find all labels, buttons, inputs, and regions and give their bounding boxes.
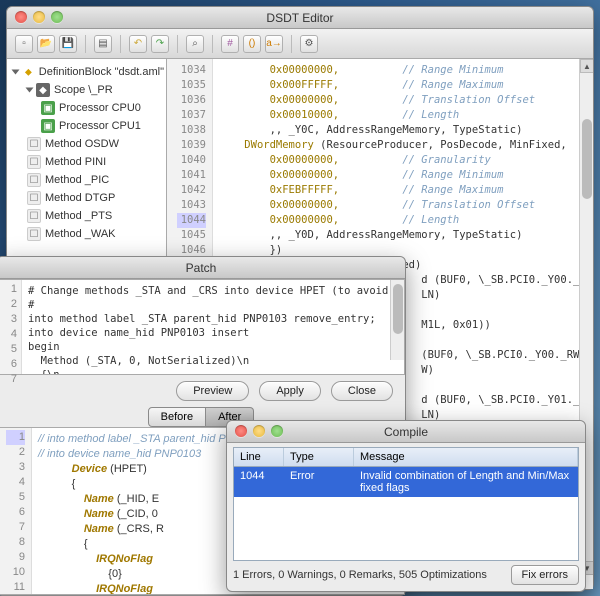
save-file-icon[interactable]: 💾 [59, 35, 77, 53]
patch-source-editor[interactable]: 1234567 # Change methods _STA and _CRS i… [0, 279, 405, 375]
extract-icon[interactable]: ▤ [94, 35, 112, 53]
tree-scope-pr[interactable]: ◆Scope \_PR [9, 81, 164, 99]
compile-icon[interactable]: ⚙ [300, 35, 318, 53]
table-header: Line Type Message [234, 448, 578, 467]
cpu-icon: ▣ [41, 119, 55, 133]
compile-status: 1 Errors, 0 Warnings, 0 Remarks, 505 Opt… [233, 569, 487, 581]
tab-before[interactable]: Before [148, 407, 206, 427]
undo-icon[interactable]: ↶ [129, 35, 147, 53]
tree-method-wak[interactable]: ☐Method _WAK [9, 225, 164, 243]
arrow-icon[interactable]: a→ [265, 35, 283, 53]
method-icon: ☐ [27, 191, 41, 205]
tree-method-dtgp[interactable]: ☐Method DTGP [9, 189, 164, 207]
method-icon: ☐ [27, 209, 41, 223]
minimize-icon[interactable] [33, 11, 45, 23]
code-area[interactable]: # Change methods _STA and _CRS into devi… [22, 280, 404, 374]
window-controls [235, 425, 283, 437]
preview-button[interactable]: Preview [176, 381, 249, 401]
close-icon[interactable] [15, 11, 27, 23]
chevron-down-icon [12, 70, 20, 75]
close-button[interactable]: Close [331, 381, 393, 401]
tree-method-osdw[interactable]: ☐Method OSDW [9, 135, 164, 153]
scroll-up-icon[interactable]: ▲ [580, 59, 593, 73]
tree-cpu1[interactable]: ▣Processor CPU1 [9, 117, 164, 135]
line-gutter: 1234567 [0, 280, 22, 374]
tree-definition-block[interactable]: ⬥DefinitionBlock "dsdt.aml" [9, 63, 164, 81]
cell-message: Invalid combination of Length and Min/Ma… [354, 467, 578, 497]
table-row[interactable]: 1044 Error Invalid combination of Length… [234, 467, 578, 497]
zoom-icon[interactable] [271, 425, 283, 437]
window-title: DSDT Editor [266, 11, 333, 25]
patch-title: Patch [186, 261, 217, 275]
compile-titlebar[interactable]: Compile [227, 421, 585, 443]
tree-cpu0[interactable]: ▣Processor CPU0 [9, 99, 164, 117]
method-icon: ☐ [27, 227, 41, 241]
patch-titlebar[interactable]: Patch [0, 257, 405, 279]
open-file-icon[interactable]: 📂 [37, 35, 55, 53]
method-icon: ☐ [27, 173, 41, 187]
method-icon: ☐ [27, 155, 41, 169]
redo-icon[interactable]: ↷ [151, 35, 169, 53]
find-icon[interactable]: ⌕ [186, 35, 204, 53]
cell-type: Error [284, 467, 354, 497]
fix-errors-button[interactable]: Fix errors [511, 565, 579, 585]
tree-method-pini[interactable]: ☐Method PINI [9, 153, 164, 171]
column-line[interactable]: Line [234, 448, 284, 466]
vertical-scrollbar[interactable] [390, 280, 404, 360]
scroll-thumb[interactable] [393, 284, 403, 334]
main-toolbar: ▫ 📂 💾 ▤ ↶ ↷ ⌕ # () a→ ⚙ [7, 29, 593, 59]
tree-method-pts[interactable]: ☐Method _PTS [9, 207, 164, 225]
apply-button[interactable]: Apply [259, 381, 321, 401]
column-message[interactable]: Message [354, 448, 578, 466]
minimize-icon[interactable] [253, 425, 265, 437]
zoom-icon[interactable] [51, 11, 63, 23]
column-type[interactable]: Type [284, 448, 354, 466]
cell-line: 1044 [234, 467, 284, 497]
line-gutter: 1234567891011121314151617 [0, 428, 32, 594]
new-file-icon[interactable]: ▫ [15, 35, 33, 53]
method-icon: ☐ [27, 137, 41, 151]
scroll-thumb[interactable] [582, 119, 592, 199]
block-icon: ⬥ [22, 65, 35, 79]
chevron-down-icon [26, 88, 34, 93]
compile-results-table[interactable]: Line Type Message 1044 Error Invalid com… [233, 447, 579, 561]
dsdt-titlebar[interactable]: DSDT Editor [7, 7, 593, 29]
scope-icon: ◆ [36, 83, 50, 97]
compile-title: Compile [384, 425, 428, 439]
window-controls [15, 11, 63, 23]
close-icon[interactable] [235, 425, 247, 437]
hash-icon[interactable]: # [221, 35, 239, 53]
tree-method-pic[interactable]: ☐Method _PIC [9, 171, 164, 189]
paren-icon[interactable]: () [243, 35, 261, 53]
compile-window: Compile Line Type Message 1044 Error Inv… [226, 420, 586, 592]
cpu-icon: ▣ [41, 101, 55, 115]
